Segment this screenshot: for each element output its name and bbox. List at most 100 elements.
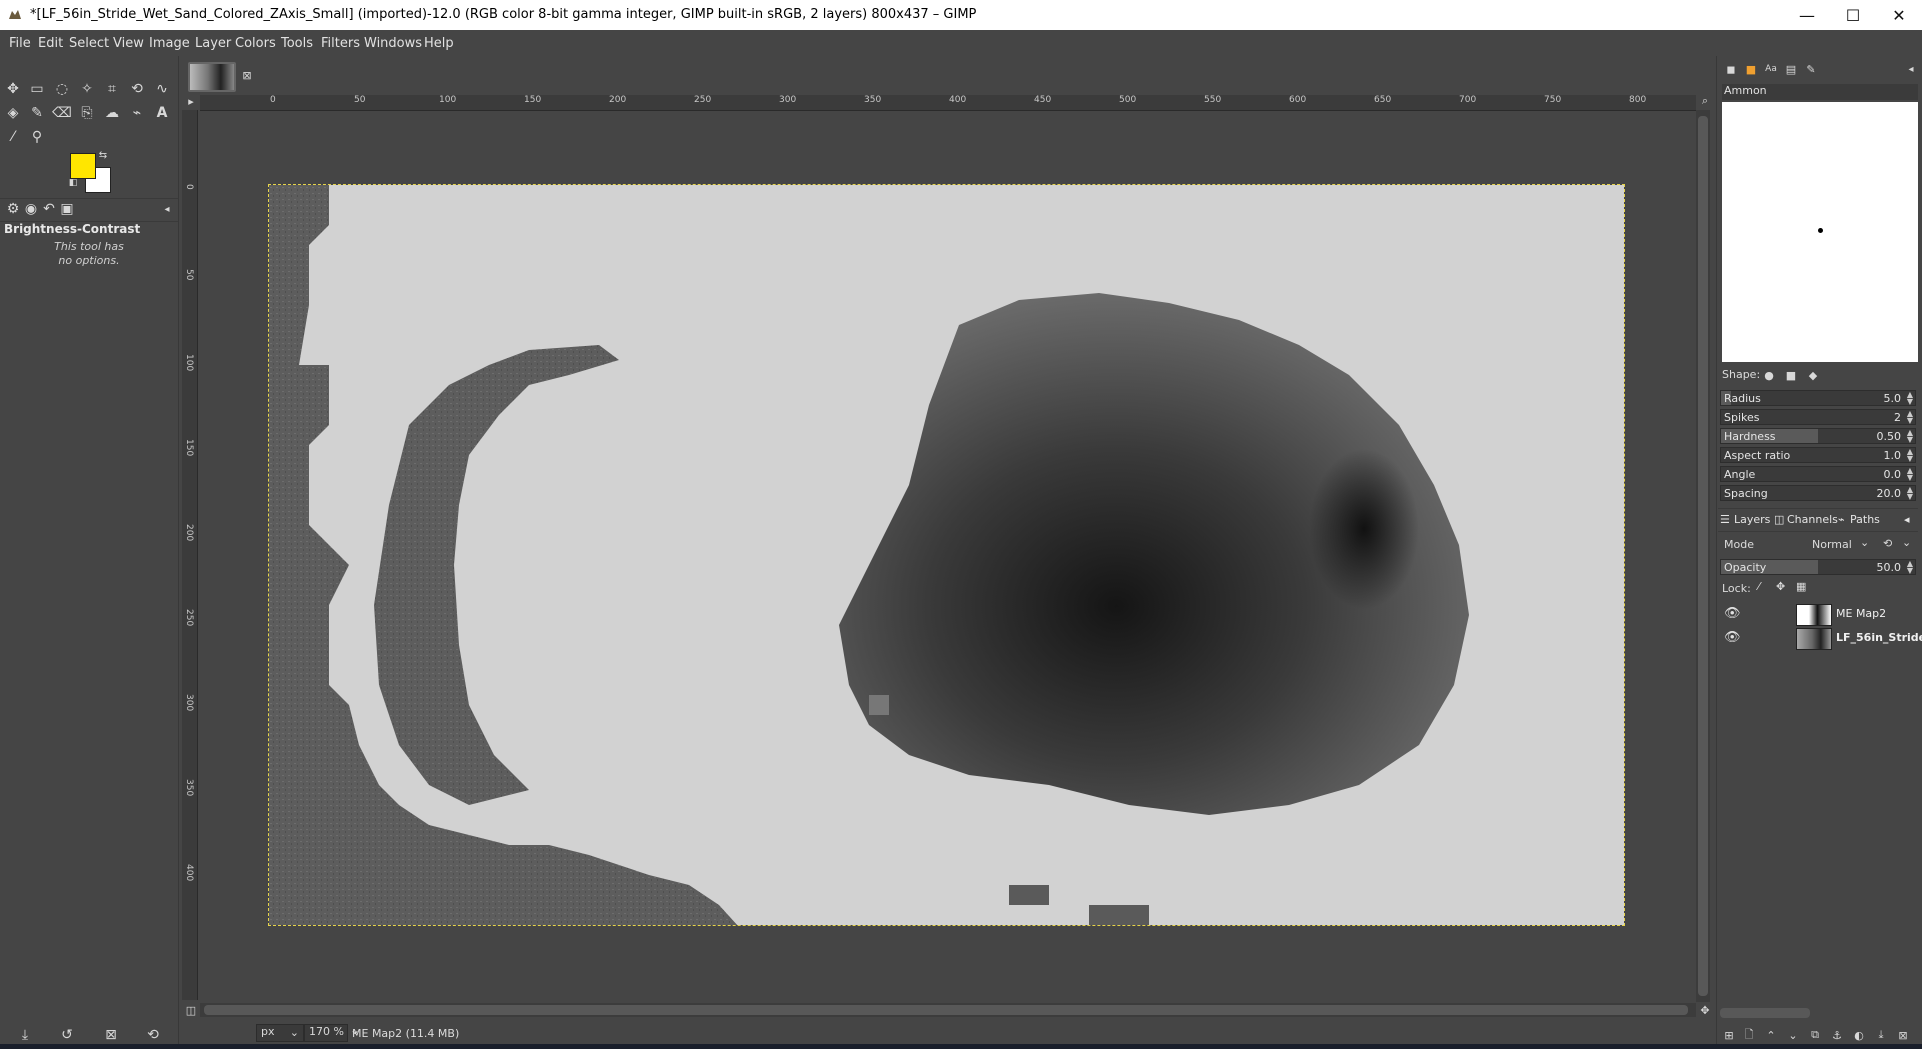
menu-colors[interactable]: Colors [235,36,276,51]
horizontal-scrollbar[interactable] [200,1003,1696,1017]
quick-mask-icon[interactable]: ◫ [184,1003,198,1017]
ruler-menu-icon[interactable]: ▸ [184,94,198,108]
zoom-select[interactable]: 170 % [304,1024,348,1042]
spinner-icon[interactable]: ▲ ▼ [1907,560,1913,575]
save-options-icon[interactable]: ⤓ [14,1024,36,1046]
clone-icon[interactable]: ⎘ [76,102,98,124]
close-button[interactable]: ✕ [1876,0,1922,30]
rect-select-icon[interactable]: ▭ [26,78,48,100]
menu-help[interactable]: Help [424,36,454,51]
hardness-slider[interactable]: Hardness 0.50 ▲ ▼ [1720,428,1916,444]
shape-circle-icon[interactable]: ● [1758,364,1780,386]
brushes-tab-icon[interactable]: ◼ [1720,58,1742,80]
layer-row[interactable]: 👁 ME Map2 [1718,602,1918,626]
restore-options-icon[interactable]: ↺ [56,1024,78,1046]
lock-pixels-icon[interactable]: ⁄ [1758,580,1760,593]
navigate-icon[interactable]: ✥ [1698,1003,1712,1017]
shape-diamond-icon[interactable]: ◆ [1802,364,1824,386]
tab-paths[interactable]: Paths [1850,513,1880,526]
zoom-icon[interactable]: ⚲ [26,126,48,148]
raise-layer-icon[interactable]: ⌃ [1760,1024,1782,1046]
tab-layers[interactable]: Layers [1734,513,1770,526]
patterns-tab-icon[interactable]: ■ [1740,58,1762,80]
menu-view[interactable]: View [113,36,144,51]
angle-slider[interactable]: Angle 0.0 ▲ ▼ [1720,466,1916,482]
text-tool-icon[interactable]: A [151,102,173,124]
minimize-button[interactable]: — [1784,0,1830,30]
close-image-tab-icon[interactable]: ⊠ [236,64,258,86]
tab-menu-icon[interactable]: ◂ [156,199,178,219]
spinner-icon[interactable]: ▲ ▼ [1907,391,1913,406]
paint-dynamics-tab-icon[interactable]: ✎ [1800,58,1822,80]
reset-options-icon[interactable]: ⟲ [142,1024,164,1046]
spinner-icon[interactable]: ▲ ▼ [1907,410,1913,425]
move-tool-icon[interactable]: ✥ [2,78,24,100]
tab-channels[interactable]: Channels [1787,513,1838,526]
spinner-icon[interactable]: ▲ ▼ [1907,429,1913,444]
delete-options-icon[interactable]: ⊠ [100,1024,122,1046]
image-canvas[interactable] [268,184,1625,926]
brush-preview[interactable] [1722,102,1918,362]
foreground-color-swatch[interactable] [70,153,96,179]
aspect-ratio-slider[interactable]: Aspect ratio 1.0 ▲ ▼ [1720,447,1916,463]
delete-layer-icon[interactable]: ⊠ [1892,1024,1914,1046]
swap-colors-icon[interactable]: ⇆ [96,148,110,162]
lower-layer-icon[interactable]: ⌄ [1782,1024,1804,1046]
eraser-icon[interactable]: ⌫ [51,102,73,124]
visibility-eye-icon[interactable]: 👁 [1724,630,1741,645]
fuzzy-select-icon[interactable]: ✧ [76,78,98,100]
vertical-scroll-thumb[interactable] [1698,116,1708,996]
spacing-slider[interactable]: Spacing 20.0 ▲ ▼ [1720,485,1916,501]
duplicate-layer-icon[interactable]: ⧉ [1804,1024,1826,1046]
tab-menu-icon[interactable]: ◂ [1904,513,1910,526]
merge-down-icon[interactable]: ⤓ [1870,1024,1892,1046]
zoom-image-icon[interactable]: ⌕ [1698,94,1712,108]
lock-alpha-icon[interactable]: ▦ [1796,580,1806,593]
layer-row[interactable]: 👁 LF_56in_Stride [1718,626,1922,650]
vertical-scrollbar[interactable] [1696,110,1710,1002]
smudge-icon[interactable]: ☁ [101,102,123,124]
mask-icon[interactable]: ◐ [1848,1024,1870,1046]
spinner-icon[interactable]: ▲ ▼ [1907,486,1913,501]
image-tab-thumbnail[interactable] [188,62,236,92]
menu-image[interactable]: Image [149,36,190,51]
menu-select[interactable]: Select [69,36,109,51]
menu-tools[interactable]: Tools [281,36,313,51]
menu-file[interactable]: File [9,36,31,51]
anchor-layer-icon[interactable]: ⚓ [1826,1024,1848,1046]
unit-select[interactable]: px ⌄ [256,1024,304,1042]
mode-reset-icon[interactable]: ⟲ [1883,537,1892,550]
lock-position-icon[interactable]: ✥ [1776,580,1785,593]
document-history-tab-icon[interactable]: ▤ [1780,58,1802,80]
horizontal-scroll-thumb[interactable] [204,1005,1688,1015]
menu-filters[interactable]: Filters [321,36,360,51]
spikes-slider[interactable]: Spikes 2 ▲ ▼ [1720,409,1916,425]
menu-windows[interactable]: Windows [364,36,422,51]
crop-icon[interactable]: ⌗ [101,78,123,100]
images-tab-icon[interactable]: ▣ [56,199,78,219]
color-picker-icon[interactable]: ⁄ [2,126,24,148]
transform-icon[interactable]: ⟲ [126,78,148,100]
menu-layer[interactable]: Layer [195,36,231,51]
new-layer-group-icon[interactable]: ⊞ [1718,1024,1740,1046]
layers-hscroll-thumb[interactable] [1720,1008,1810,1018]
spinner-icon[interactable]: ▲ ▼ [1907,448,1913,463]
mode-select[interactable]: Normal [1812,538,1852,551]
menu-edit[interactable]: Edit [38,36,63,51]
dock-menu-icon[interactable]: ◂ [1900,58,1922,80]
radius-slider[interactable]: Radius 5.0 ▲ ▼ [1720,390,1916,406]
visibility-eye-icon[interactable]: 👁 [1724,606,1741,621]
paths-icon[interactable]: ⌁ [126,102,148,124]
maximize-button[interactable]: ☐ [1830,0,1876,30]
new-layer-icon[interactable]: 🗋 [1738,1024,1760,1046]
paintbrush-icon[interactable]: ✎ [26,102,48,124]
opacity-slider[interactable]: Opacity 50.0 ▲ ▼ [1720,559,1916,575]
free-select-icon[interactable]: ◌ [51,78,73,100]
fonts-tab-icon[interactable]: Aa [1760,58,1782,80]
bucket-fill-icon[interactable]: ◈ [2,102,24,124]
chevron-down-icon[interactable]: ⌄ [1860,536,1869,549]
chevron-down-icon[interactable]: ⌄ [1902,536,1911,549]
warp-icon[interactable]: ∿ [151,78,173,100]
shape-square-icon[interactable]: ■ [1780,364,1802,386]
spinner-icon[interactable]: ▲ ▼ [1907,467,1913,482]
